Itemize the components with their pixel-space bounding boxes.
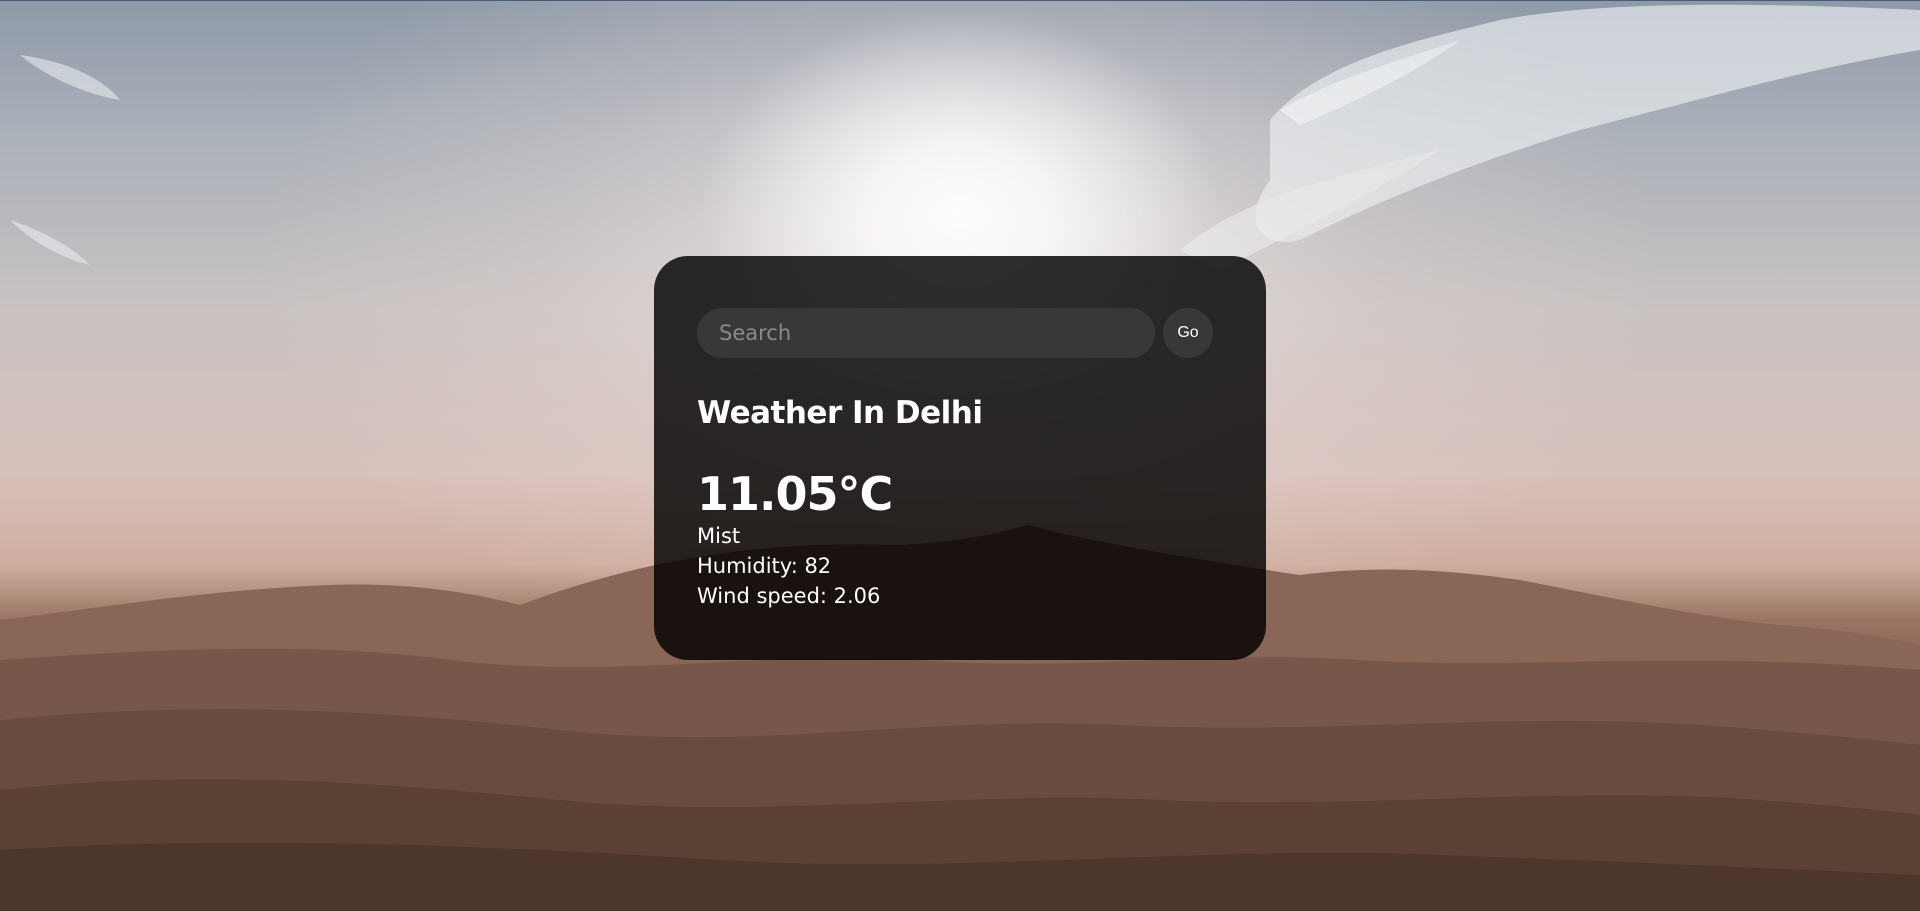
window-top-border [0,0,1920,1]
wind-speed-value: Wind speed: 2.06 [697,583,881,608]
go-button[interactable]: Go [1163,308,1213,358]
search-bar: Go [697,308,1214,358]
search-input[interactable] [697,308,1155,358]
humidity-value: Humidity: 82 [697,553,832,578]
weather-description: Mist [697,523,741,548]
weather-card: Go Weather In Delhi 11.05°C Mist Humidit… [654,256,1266,660]
temperature-value: 11.05°C [697,467,893,522]
clouds [10,4,1920,270]
weather-city-title: Weather In Delhi [697,395,983,431]
